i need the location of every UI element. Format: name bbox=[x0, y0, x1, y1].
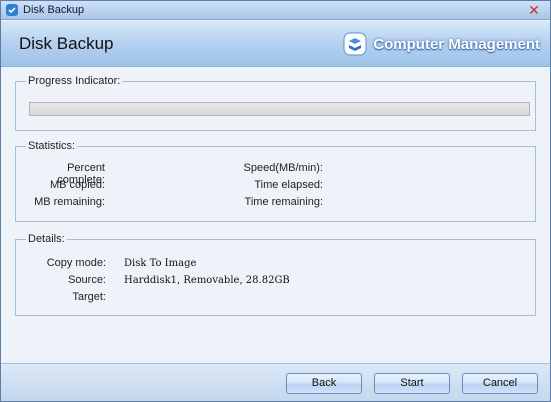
speed-label: Speed(MB/min): bbox=[243, 162, 323, 174]
details-legend: Details: bbox=[26, 233, 67, 245]
time-elapsed-label: Time elapsed: bbox=[254, 179, 323, 191]
progress-legend: Progress Indicator: bbox=[26, 75, 123, 87]
close-icon[interactable]: ✕ bbox=[524, 2, 544, 18]
mb-copied-label: MB copied: bbox=[49, 179, 105, 191]
time-remaining-label: Time remaining: bbox=[244, 196, 323, 208]
source-value: Harddisk1, Removable, 28.82GB bbox=[124, 275, 290, 286]
brand: Computer Management bbox=[343, 31, 540, 57]
disk-backup-app-icon bbox=[5, 3, 19, 17]
title-bar[interactable]: Disk Backup ✕ bbox=[1, 1, 550, 20]
back-button[interactable]: Back bbox=[286, 373, 362, 394]
progress-group: Progress Indicator: bbox=[15, 75, 536, 131]
details-group: Details: Copy mode: Disk To Image Source… bbox=[15, 233, 536, 316]
disk-backup-window: Disk Backup ✕ Disk Backup Computer Manag… bbox=[0, 0, 551, 402]
brand-name: Computer Management bbox=[373, 35, 540, 53]
header-banner: Disk Backup Computer Management bbox=[1, 21, 550, 67]
statistics-group: Statistics: Percent complete: MB copied:… bbox=[15, 140, 536, 222]
mb-remaining-label: MB remaining: bbox=[34, 196, 105, 208]
window-title: Disk Backup bbox=[23, 4, 85, 16]
page-title: Disk Backup bbox=[19, 34, 114, 53]
button-bar: Back Start Cancel bbox=[1, 363, 550, 401]
progress-bar bbox=[29, 102, 530, 116]
target-label: Target: bbox=[72, 291, 106, 303]
source-label: Source: bbox=[68, 274, 106, 286]
start-button[interactable]: Start bbox=[374, 373, 450, 394]
computer-management-logo-icon bbox=[343, 32, 367, 56]
copy-mode-label: Copy mode: bbox=[46, 257, 106, 269]
statistics-legend: Statistics: bbox=[26, 140, 78, 152]
copy-mode-value: Disk To Image bbox=[124, 258, 197, 269]
cancel-button[interactable]: Cancel bbox=[462, 373, 538, 394]
